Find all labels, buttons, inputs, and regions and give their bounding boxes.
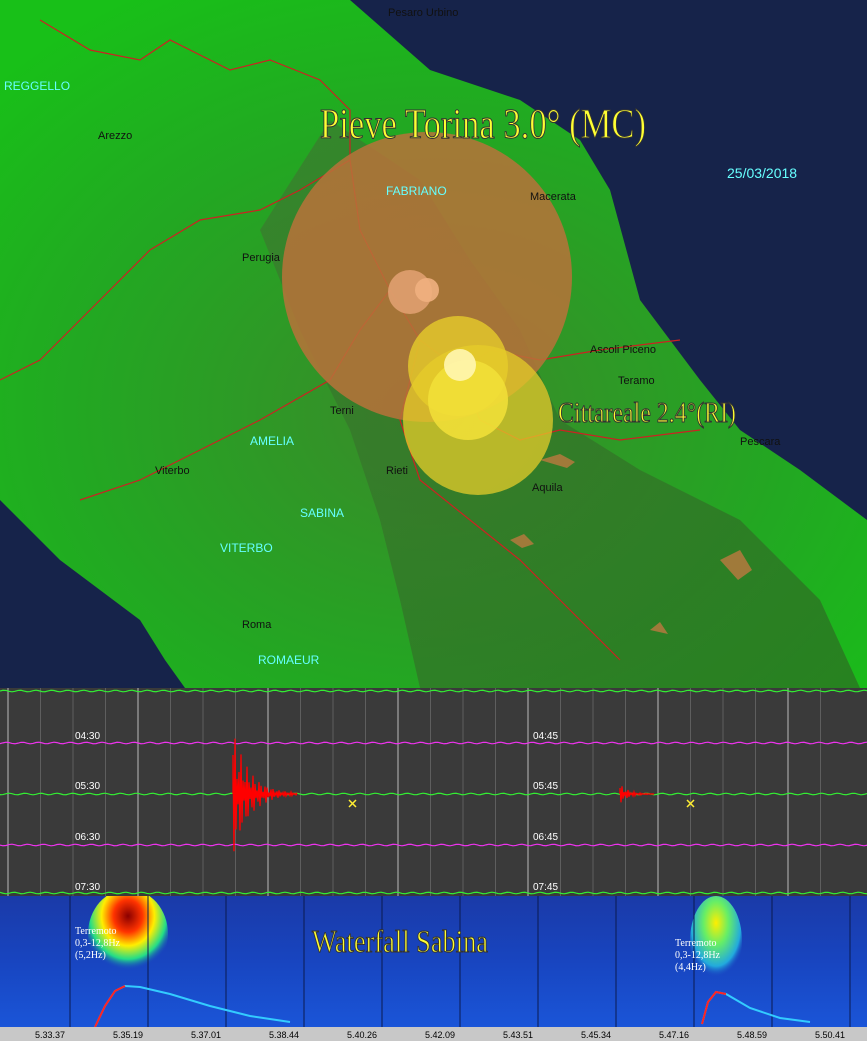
- event-label-line2: 0,3-12,8Hz: [75, 938, 121, 949]
- city-macerata: Macerata: [530, 191, 577, 203]
- city-pesaro-urbino: Pesaro Urbino: [388, 7, 458, 19]
- time-tick-label: 5.40.26: [347, 1030, 377, 1040]
- event-label-line2: 0,3-12,8Hz: [675, 950, 721, 961]
- waterfall-spectrogram: Waterfall Sabina Terremoto 0,3-12,8Hz (5…: [0, 896, 867, 1041]
- city-terni: Terni: [330, 405, 354, 417]
- seismogram-panel: 04:30 05:30 06:30 07:30 04:45 05:45 06:4…: [0, 688, 867, 896]
- seismogram-background: [0, 688, 867, 896]
- city-viterbo: Viterbo: [155, 465, 190, 477]
- time-tick-label: 5.38.44: [269, 1030, 299, 1040]
- waterfall-title: Waterfall Sabina: [312, 923, 488, 959]
- city-ascoli-piceno: Ascoli Piceno: [590, 344, 656, 356]
- time-label: 06:45: [533, 832, 558, 843]
- city-roma: Roma: [242, 619, 272, 631]
- city-teramo: Teramo: [618, 375, 655, 387]
- quake-core: [444, 349, 476, 381]
- time-tick-label: 5.42.09: [425, 1030, 455, 1040]
- station-fabriano: FABRIANO: [386, 184, 447, 198]
- station-amelia: AMELIA: [250, 434, 294, 448]
- time-tick-label: 5.48.59: [737, 1030, 767, 1040]
- time-label: 07:45: [533, 882, 558, 893]
- city-arezzo: Arezzo: [98, 130, 132, 142]
- city-aquila: Aquila: [532, 482, 563, 494]
- station-sabina: SABINA: [300, 506, 344, 520]
- time-tick-label: 5.47.16: [659, 1030, 689, 1040]
- city-pescara: Pescara: [740, 436, 781, 448]
- event-title-cittareale: Cittareale 2.4°(RI): [558, 398, 736, 429]
- station-romaeur: ROMAEUR: [258, 653, 320, 667]
- time-tick-label: 5.43.51: [503, 1030, 533, 1040]
- time-label: 06:30: [75, 832, 100, 843]
- time-tick-label: 5.35.19: [113, 1030, 143, 1040]
- city-rieti: Rieti: [386, 465, 408, 477]
- time-label: 07:30: [75, 882, 100, 893]
- station-reggello: REGGELLO: [4, 79, 70, 93]
- date-label: 25/03/2018: [727, 165, 797, 181]
- city-perugia: Perugia: [242, 252, 281, 264]
- event-label-line1: Terremoto: [75, 926, 117, 937]
- station-viterbo: VITERBO: [220, 541, 273, 555]
- time-tick-label: 5.50.41: [815, 1030, 845, 1040]
- time-tick-label: 5.37.01: [191, 1030, 221, 1040]
- event-label-line3: (4,4Hz): [675, 962, 706, 973]
- epicenter-map: Pesaro Urbino Arezzo Macerata Perugia As…: [0, 0, 867, 688]
- time-tick-label: 5.33.37: [35, 1030, 65, 1040]
- time-label: 05:30: [75, 781, 100, 792]
- time-label: 04:30: [75, 731, 100, 742]
- event-title-pieve-torina: Pieve Torina 3.0° (MC): [320, 102, 646, 148]
- time-label: 05:45: [533, 781, 558, 792]
- event-label-line3: (5,2Hz): [75, 950, 106, 961]
- time-tick-label: 5.45.34: [581, 1030, 611, 1040]
- event-label-line1: Terremoto: [675, 938, 717, 949]
- quake-circle-small-2: [415, 278, 439, 302]
- time-label: 04:45: [533, 731, 558, 742]
